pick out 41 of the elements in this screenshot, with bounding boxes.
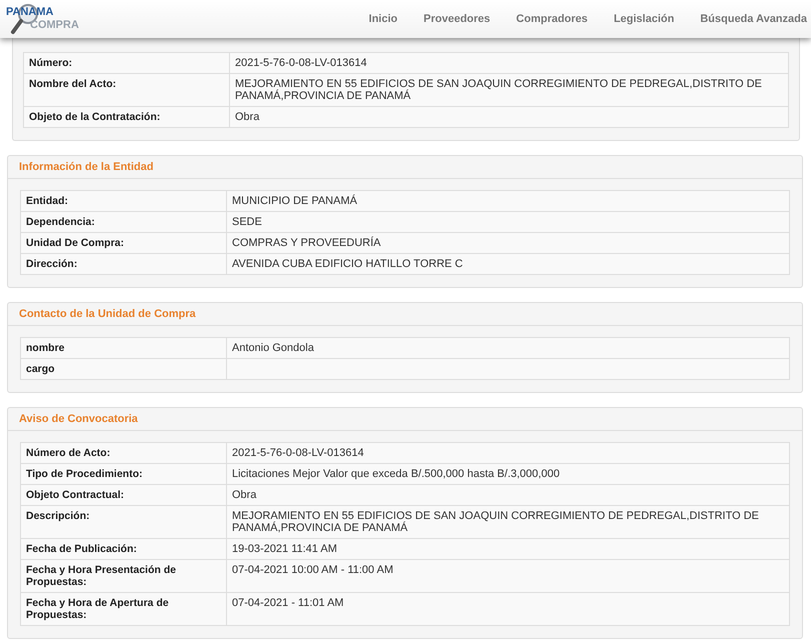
field-value: 07-04-2021 10:00 AM - 11:00 AM — [226, 560, 790, 592]
logo-text: PANAMA — [6, 6, 54, 18]
field-label: Dirección: — [20, 254, 226, 274]
field-label: Número: — [24, 52, 230, 74]
field-label: Número de Acto: — [20, 442, 226, 464]
field-label: Fecha y Hora de Apertura de Propuestas: — [20, 592, 226, 626]
field-value: Licitaciones Mejor Valor que exceda B/.500,000 hasta B/.3,000,000 — [226, 464, 790, 484]
panel-title: Contacto de la Unidad de Compra — [8, 303, 802, 326]
field-label: Descripción: — [20, 506, 226, 538]
nav-link[interactable]: Búsqueda Avanzada — [687, 13, 811, 25]
panel-title: Aviso de Convocatoria — [8, 408, 802, 431]
field-value: AVENIDA CUBA EDIFICIO HATILLO TORRE C — [226, 254, 790, 274]
field-value: 07-04-2021 - 11:01 AM — [226, 592, 790, 626]
field-value: Obra — [230, 106, 788, 128]
field-value: Obra — [226, 484, 790, 506]
field-label: Unidad De Compra: — [20, 232, 226, 254]
nav-link[interactable]: Compradores — [503, 13, 601, 25]
field-label: Fecha y Hora Presentación de Propuestas: — [20, 560, 226, 592]
field-value: Antonio Gondola — [226, 338, 790, 358]
field-label: Entidad: — [20, 190, 226, 212]
field-label: Objeto Contractual: — [20, 484, 226, 506]
logo-text: COMPRA — [30, 19, 79, 31]
field-label: cargo — [20, 358, 226, 380]
field-value: COMPRAS Y PROVEEDURÍA — [226, 232, 790, 254]
field-value: MEJORAMIENTO EN 55 EDIFICIOS DE SAN JOAQUIN CORREGIMIENTO DE PEDREGAL,DISTRITO DE PANAMÁ,PROVINCIA DE PANAMÁ — [226, 506, 790, 538]
field-label: Tipo de Procedimiento: — [20, 464, 226, 484]
nav-link[interactable]: Legislación — [600, 13, 688, 25]
nav-link[interactable]: Inicio — [356, 13, 410, 25]
field-value: 2021-5-76-0-08-LV-013614 — [230, 52, 788, 74]
field-label: Objeto de la Contratación: — [24, 106, 230, 128]
field-value: SEDE — [226, 212, 790, 232]
field-value: MEJORAMIENTO EN 55 EDIFICIOS DE SAN JOAQUIN CORREGIMIENTO DE PEDREGAL,DISTRITO DE PANAMÁ,PROVINCIA DE PANAMÁ — [230, 74, 788, 106]
field-label: Fecha de Publicación: — [20, 538, 226, 560]
field-label: nombre — [20, 338, 226, 358]
panel-title: Información de la Entidad — [8, 156, 802, 179]
field-label: Nombre del Acto: — [24, 74, 230, 106]
field-value: 19-03-2021 11:41 AM — [226, 538, 790, 560]
field-value: 2021-5-76-0-08-LV-013614 — [226, 442, 790, 464]
field-value: MUNICIPIO DE PANAMÁ — [226, 190, 790, 212]
nav-link[interactable]: Proveedores — [410, 13, 504, 25]
field-label: Dependencia: — [20, 212, 226, 232]
